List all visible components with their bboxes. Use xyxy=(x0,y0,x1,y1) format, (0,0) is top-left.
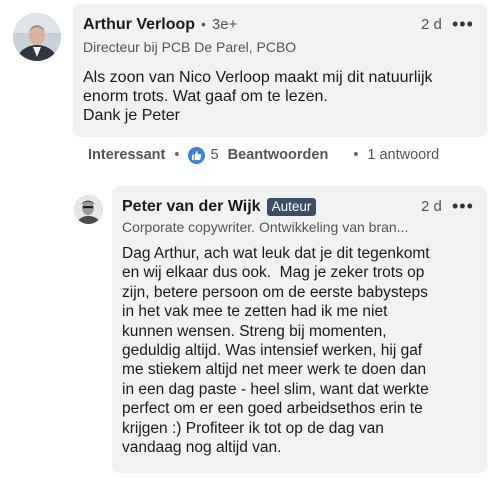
reaction-count[interactable]: 5 xyxy=(210,147,218,163)
replies-count-link[interactable]: 1 antwoord xyxy=(367,147,439,163)
reply-text-line: kunnen wensen. Streng bij momenten, xyxy=(122,322,387,340)
separator-dot: • xyxy=(201,16,206,32)
reply-text: Dag Arthur, ach wat leuk dat je dit tege… xyxy=(122,244,482,457)
reply-text-line: Dag Arthur, ach wat leuk dat je dit tege… xyxy=(122,245,430,262)
reply-text-line: in een dag paste - heel slim, want dat w… xyxy=(122,380,429,398)
separator-dot: • xyxy=(174,147,180,163)
reply-text-line: zijn, betere persoon om de eerste babyst… xyxy=(122,283,428,301)
comment-header: Arthur Verloop • 3e+ xyxy=(83,16,237,34)
reply-author-headline: Corporate copywriter. Ontwikkeling van b… xyxy=(122,219,409,235)
reply-timestamp: 2 d xyxy=(421,198,442,215)
reply-text-line: in het vak mee te zetten had ik me niet xyxy=(122,303,388,321)
profile-photo-icon xyxy=(74,195,103,224)
separator-dot: • xyxy=(353,147,359,163)
reply-author-name[interactable]: Peter van der Wijk xyxy=(122,198,261,216)
reply-text-line: perfect om er een goed arbeidsethos erin… xyxy=(122,400,423,418)
reply-text-line: krijgen :) Profiteer ik tot op de dag va… xyxy=(122,419,384,437)
comment-bubble: Arthur Verloop • 3e+ 2 d ••• Directeur b… xyxy=(73,4,487,137)
comment-author-headline: Directeur bij PCB De Parel, PCBO xyxy=(83,39,297,55)
profile-photo-icon xyxy=(13,13,61,61)
reply-button[interactable]: Beantwoorden xyxy=(228,147,329,163)
like-reaction-icon[interactable] xyxy=(188,146,206,164)
react-button[interactable]: Interessant xyxy=(88,147,165,163)
reply-text-line: me stiekem altijd net meer werk te doen … xyxy=(122,361,427,379)
connection-degree: 3e+ xyxy=(211,16,238,33)
comment-timestamp: 2 d xyxy=(421,16,442,33)
comment-author-name[interactable]: Arthur Verloop xyxy=(83,16,195,34)
reply-text-line: vandaag nog altijd van. xyxy=(122,439,282,457)
reply-bubble: Peter van der Wijk Auteur 2 d ••• Corpor… xyxy=(112,186,487,473)
author-badge: Auteur xyxy=(266,198,317,216)
avatar-arthur-verloop[interactable] xyxy=(13,13,61,61)
reply-more-options-icon[interactable]: ••• xyxy=(452,196,474,217)
reply-text-line: geduldig altijd. Was intensief werken, h… xyxy=(122,342,423,360)
comment-text: Als zoon van Nico Verloop maakt mij dit … xyxy=(83,69,433,124)
comment-more-options-icon[interactable]: ••• xyxy=(452,14,474,35)
avatar-peter-van-der-wijk[interactable] xyxy=(74,195,103,224)
reply-header: Peter van der Wijk Auteur xyxy=(122,198,317,216)
comment-actions: Interessant • 5 • Beantwoorden • 1 antwo… xyxy=(88,146,439,164)
reply-text-line: en wij elkaar dus ook. Mag je zeker trot… xyxy=(122,264,425,282)
